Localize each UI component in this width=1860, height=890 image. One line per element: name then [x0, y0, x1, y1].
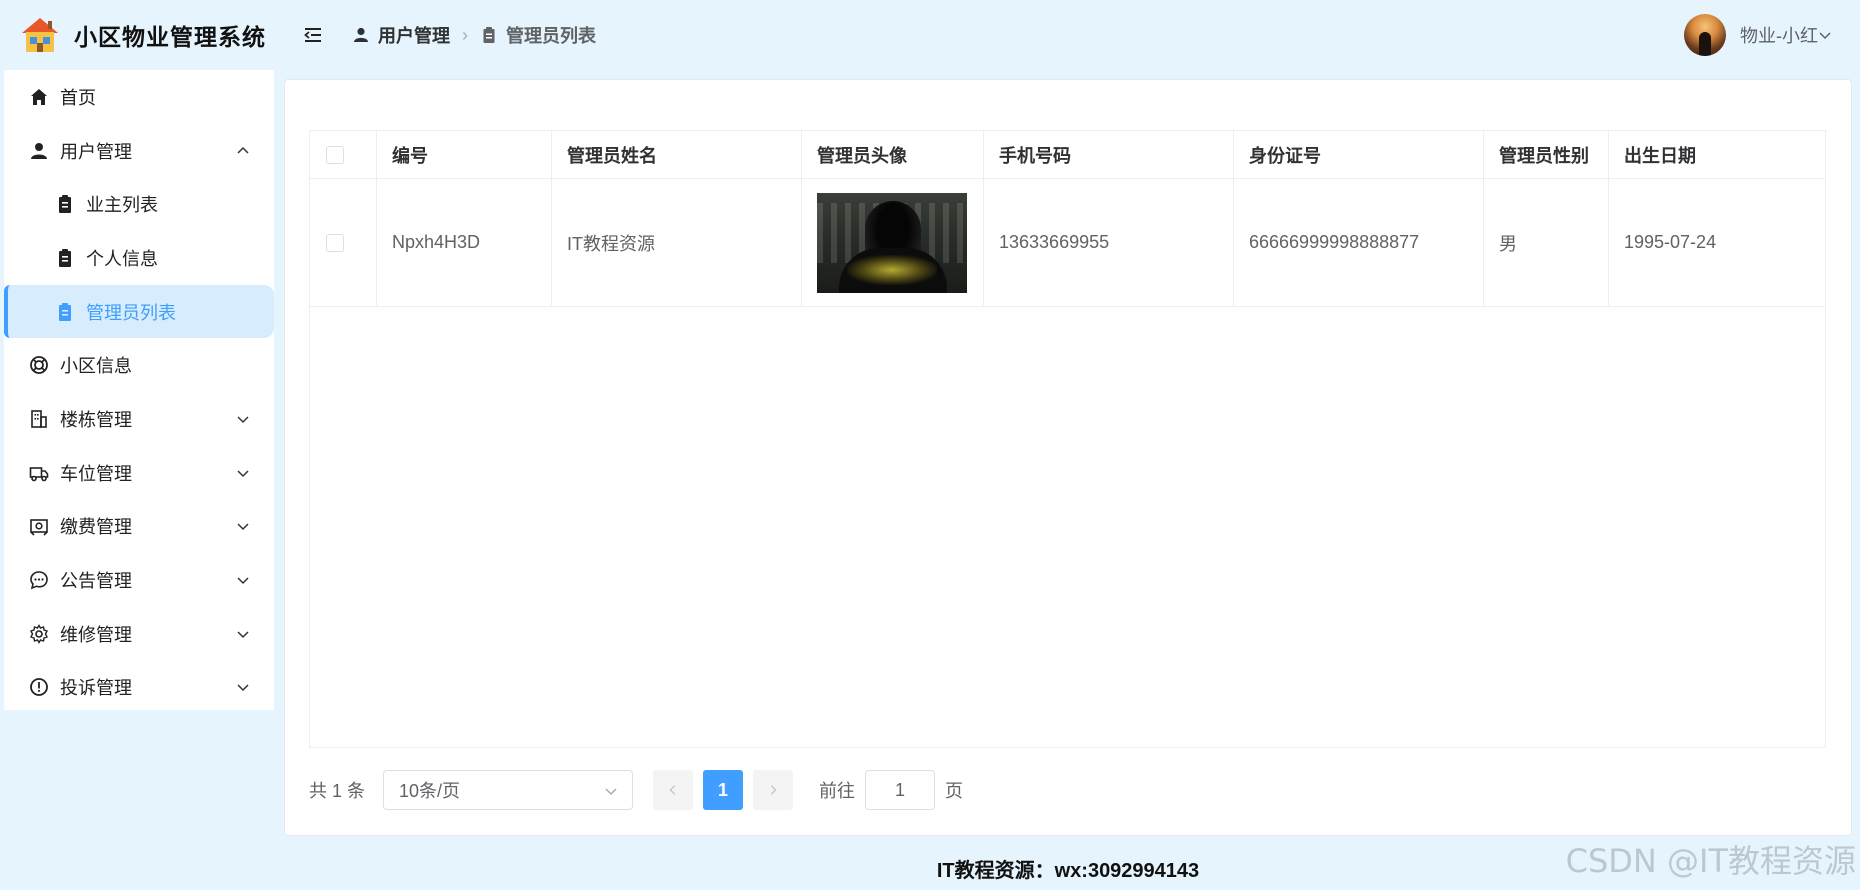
page-suffix: 页	[945, 781, 964, 801]
top-header: 用户管理 › 管理员列表 物业-小红	[276, 0, 1860, 70]
lifebuoy-icon	[28, 354, 50, 376]
wallet-icon	[28, 515, 50, 537]
sidebar-item-repair-management[interactable]: 维修管理	[4, 607, 274, 661]
breadcrumb-separator-icon: ›	[462, 24, 468, 45]
goto-page-input[interactable]: 1	[865, 770, 936, 810]
sidebar-item-home[interactable]: 首页	[4, 70, 274, 124]
chevron-down-icon	[237, 631, 249, 638]
column-header[interactable]: 编号	[377, 131, 552, 178]
breadcrumb: 用户管理 › 管理员列表	[352, 22, 596, 48]
sidebar-item-personal-info[interactable]: 个人信息	[4, 231, 274, 285]
row-checkbox[interactable]	[326, 233, 344, 252]
sidebar-item-label: 投诉管理	[60, 678, 132, 699]
truck-icon	[28, 462, 50, 484]
cell-id-card: 66666999998888877	[1234, 179, 1484, 306]
cell-name: IT教程资源	[552, 179, 802, 306]
sidebar-item-label: 用户管理	[60, 141, 132, 162]
cell-phone: 13633669955	[984, 179, 1234, 306]
chevron-down-icon	[237, 416, 249, 424]
chevron-down-icon	[237, 470, 249, 477]
sidebar: 小区物业管理系统 首页 用户管理 业主列表 个人信息 管理员列表 小区信息 楼栋…	[0, 0, 276, 890]
chat-icon	[28, 569, 50, 591]
column-header[interactable]: 手机号码	[984, 131, 1234, 178]
page-size-select[interactable]: 10条/页	[383, 770, 634, 810]
user-name[interactable]: 物业-小红	[1740, 22, 1818, 48]
table-header-row: 编号 管理员姓名 管理员头像 手机号码 身份证号 管理员性别 出生日期	[310, 131, 1825, 179]
chevron-down-icon	[1819, 32, 1831, 40]
avatar[interactable]	[1684, 14, 1726, 56]
collapse-menu-icon[interactable]	[300, 22, 326, 48]
app-title: 小区物业管理系统	[74, 24, 266, 50]
select-all-checkbox[interactable]	[326, 145, 344, 164]
house-logo-icon	[20, 15, 60, 55]
brand: 小区物业管理系统	[0, 0, 276, 70]
sidebar-item-user-management[interactable]: 用户管理	[4, 124, 274, 178]
pagination: 共 1 条 10条/页 1 前往 1 页	[309, 770, 963, 810]
sidebar-item-payment-management[interactable]: 缴费管理	[4, 500, 274, 554]
home-icon	[28, 86, 50, 108]
user-icon	[352, 26, 370, 44]
user-menu[interactable]: 物业-小红	[1684, 14, 1832, 56]
breadcrumb-item-user-management[interactable]: 用户管理	[378, 22, 450, 48]
sidebar-item-admin-list[interactable]: 管理员列表	[4, 284, 274, 339]
column-header[interactable]: 管理员性别	[1484, 131, 1609, 178]
sidebar-item-label: 业主列表	[86, 195, 158, 216]
chevron-down-icon	[237, 523, 249, 531]
sidebar-item-label: 维修管理	[60, 624, 132, 645]
chevron-down-icon	[237, 684, 249, 692]
total-count: 共 1 条	[309, 781, 366, 801]
column-header[interactable]: 管理员头像	[802, 131, 984, 178]
sidebar-item-complaint-management[interactable]: 投诉管理	[4, 661, 274, 715]
cell-gender: 男	[1484, 179, 1609, 306]
column-header[interactable]: 身份证号	[1234, 131, 1484, 178]
sidebar-item-building-management[interactable]: 楼栋管理	[4, 392, 274, 446]
page-number-button[interactable]: 1	[703, 770, 744, 810]
chevron-up-icon	[237, 146, 249, 154]
table-row[interactable]: Npxh4H3D IT教程资源 13633669955 666669999988…	[310, 179, 1825, 307]
goto-label: 前往	[819, 781, 856, 801]
admin-avatar-image[interactable]	[817, 192, 967, 293]
sidebar-item-label: 个人信息	[86, 248, 158, 269]
column-header[interactable]: 管理员姓名	[552, 131, 802, 178]
page-size-value: 10条/页	[399, 781, 461, 801]
breadcrumb-item-admin-list: 管理员列表	[506, 26, 596, 46]
clipboard-icon	[480, 26, 498, 44]
sidebar-item-label: 缴费管理	[60, 517, 132, 538]
next-page-button[interactable]	[753, 770, 794, 810]
admin-table: 编号 管理员姓名 管理员头像 手机号码 身份证号 管理员性别 出生日期 Npxh…	[309, 130, 1826, 748]
sidebar-item-label: 车位管理	[60, 463, 132, 484]
sidebar-item-community-info[interactable]: 小区信息	[4, 338, 274, 392]
sidebar-menu: 首页 用户管理 业主列表 个人信息 管理员列表 小区信息 楼栋管理 车位管理 缴…	[4, 70, 274, 710]
main-card: 编号 管理员姓名 管理员头像 手机号码 身份证号 管理员性别 出生日期 Npxh…	[284, 79, 1852, 836]
sidebar-item-label: 公告管理	[60, 571, 132, 592]
chevron-down-icon	[605, 788, 617, 796]
cell-id: Npxh4H3D	[377, 179, 552, 306]
sidebar-item-notice-management[interactable]: 公告管理	[4, 553, 274, 607]
chevron-left-icon	[669, 785, 676, 795]
csdn-watermark: CSDN @IT教程资源	[1565, 842, 1856, 880]
cell-birth-date: 1995-07-24	[1624, 232, 1717, 252]
gear-icon	[28, 623, 50, 645]
sidebar-item-label: 楼栋管理	[60, 409, 132, 430]
building-icon	[28, 408, 50, 430]
column-header[interactable]: 出生日期	[1609, 131, 1825, 178]
header-checkbox-cell	[310, 131, 377, 178]
sidebar-item-label: 管理员列表	[86, 302, 176, 323]
sidebar-item-owner-list[interactable]: 业主列表	[4, 177, 274, 231]
chevron-right-icon	[770, 785, 777, 795]
cell-avatar	[802, 179, 984, 306]
clipboard-icon	[54, 301, 76, 323]
prev-page-button[interactable]	[653, 770, 694, 810]
row-checkbox-cell	[310, 179, 377, 306]
user-icon	[28, 140, 50, 162]
sidebar-item-label: 小区信息	[60, 356, 132, 377]
chevron-down-icon	[237, 577, 249, 585]
clipboard-icon	[54, 193, 76, 215]
sidebar-item-label: 首页	[60, 87, 96, 108]
warning-icon	[28, 676, 50, 698]
clipboard-icon	[54, 247, 76, 269]
sidebar-item-parking-management[interactable]: 车位管理	[4, 446, 274, 500]
